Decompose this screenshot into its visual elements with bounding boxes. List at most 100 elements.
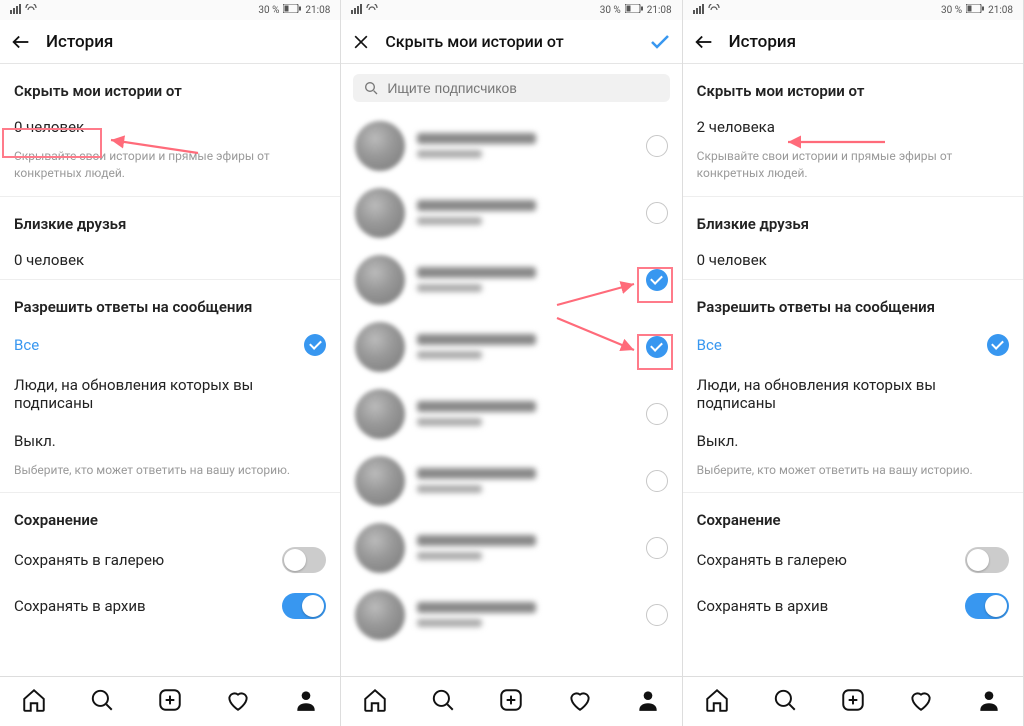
screen-hide-story-picker: 30 % 21:08 Скрыть мои истории от <box>341 0 682 726</box>
follower-row[interactable] <box>341 313 681 380</box>
follower-row[interactable] <box>341 112 681 179</box>
battery-percent: 30 % <box>941 5 962 16</box>
content: Скрыть мои истории от 0 человек Скрывайт… <box>0 64 340 676</box>
follower-row[interactable] <box>341 380 681 447</box>
follower-name <box>417 200 633 225</box>
avatar <box>355 121 405 171</box>
status-bar: 30 % 21:08 <box>0 0 340 20</box>
follower-row[interactable] <box>341 581 681 648</box>
radio-selected-icon[interactable] <box>304 334 326 356</box>
close-friends-count: 0 человек <box>14 251 84 269</box>
reply-option-off[interactable]: Выкл. <box>0 422 340 460</box>
save-gallery-label: Сохранять в галерею <box>697 551 847 569</box>
reply-option-all-label: Все <box>14 336 39 354</box>
save-gallery-row[interactable]: Сохранять в галерею <box>683 537 1023 583</box>
close-friends-count-row[interactable]: 0 человек <box>0 241 340 279</box>
nav-search-icon[interactable] <box>89 687 115 717</box>
save-gallery-row[interactable]: Сохранять в галерею <box>0 537 340 583</box>
screen-story-settings-before: 30 % 21:08 История Скрыть мои истории от… <box>0 0 341 726</box>
back-arrow-icon[interactable] <box>10 31 32 53</box>
save-gallery-toggle[interactable] <box>282 547 326 573</box>
nav-add-icon[interactable] <box>498 687 524 717</box>
follower-row[interactable] <box>341 514 681 581</box>
select-radio[interactable] <box>646 403 668 425</box>
nav-home-icon[interactable] <box>21 687 47 717</box>
follower-row[interactable] <box>341 179 681 246</box>
save-archive-toggle[interactable] <box>965 593 1009 619</box>
hide-story-caption: Скрывайте свои истории и прямые эфиры от… <box>683 146 1023 197</box>
back-arrow-icon[interactable] <box>693 31 715 53</box>
avatar <box>355 590 405 640</box>
follower-name <box>417 401 633 426</box>
nav-profile-icon[interactable] <box>976 687 1002 717</box>
search-input[interactable] <box>387 80 659 96</box>
nav-home-icon[interactable] <box>362 687 388 717</box>
save-archive-label: Сохранять в архив <box>697 597 829 615</box>
hide-story-caption: Скрывайте свои истории и прямые эфиры от… <box>0 146 340 197</box>
select-radio-checked[interactable] <box>646 336 668 358</box>
page-title: История <box>46 32 113 52</box>
avatar <box>355 188 405 238</box>
reply-option-following-label: Люди, на обновления которых вы подписаны <box>697 376 957 412</box>
nav-profile-icon[interactable] <box>293 687 319 717</box>
avatar <box>355 255 405 305</box>
hide-story-count: 0 человек <box>14 118 84 136</box>
nav-search-icon[interactable] <box>430 687 456 717</box>
select-radio[interactable] <box>646 202 668 224</box>
select-radio-checked[interactable] <box>646 269 668 291</box>
nav-activity-icon[interactable] <box>908 687 934 717</box>
select-radio[interactable] <box>646 470 668 492</box>
battery-icon <box>625 4 643 16</box>
avatar <box>355 389 405 439</box>
nav-add-icon[interactable] <box>840 687 866 717</box>
nav-add-icon[interactable] <box>157 687 183 717</box>
done-check-icon[interactable] <box>648 30 672 54</box>
search-icon <box>363 80 379 96</box>
reply-option-following[interactable]: Люди, на обновления которых вы подписаны <box>0 366 340 422</box>
save-archive-row[interactable]: Сохранять в архив <box>0 583 340 629</box>
save-archive-row[interactable]: Сохранять в архив <box>683 583 1023 629</box>
follower-row[interactable] <box>341 447 681 514</box>
reply-option-off-label: Выкл. <box>14 432 56 450</box>
content: Скрыть мои истории от 2 человека Скрывай… <box>683 64 1023 676</box>
reply-option-off[interactable]: Выкл. <box>683 422 1023 460</box>
save-heading: Сохранение <box>0 493 340 537</box>
avatar <box>355 456 405 506</box>
search-field[interactable] <box>353 74 669 102</box>
reply-option-all[interactable]: Все <box>683 324 1023 366</box>
battery-percent: 30 % <box>258 5 279 16</box>
nav-home-icon[interactable] <box>704 687 730 717</box>
follower-name <box>417 468 633 493</box>
save-gallery-toggle[interactable] <box>965 547 1009 573</box>
reply-option-all[interactable]: Все <box>0 324 340 366</box>
header: История <box>0 20 340 64</box>
nav-activity-icon[interactable] <box>567 687 593 717</box>
save-archive-toggle[interactable] <box>282 593 326 619</box>
nav-profile-icon[interactable] <box>635 687 661 717</box>
select-radio[interactable] <box>646 537 668 559</box>
follower-name <box>417 602 633 627</box>
radio-selected-icon[interactable] <box>987 334 1009 356</box>
hide-story-count-row[interactable]: 0 человек <box>0 108 340 146</box>
nav-activity-icon[interactable] <box>225 687 251 717</box>
clock-text: 21:08 <box>305 5 330 16</box>
hide-story-count-row[interactable]: 2 человека <box>683 108 1023 146</box>
select-radio[interactable] <box>646 604 668 626</box>
close-icon[interactable] <box>351 32 371 52</box>
hide-story-heading: Скрыть мои истории от <box>683 64 1023 108</box>
close-friends-count-row[interactable]: 0 человек <box>683 241 1023 279</box>
reply-option-off-label: Выкл. <box>697 432 739 450</box>
select-radio[interactable] <box>646 135 668 157</box>
avatar <box>355 322 405 372</box>
follower-name <box>417 267 633 292</box>
bottom-nav <box>0 676 340 726</box>
nav-search-icon[interactable] <box>772 687 798 717</box>
reply-option-all-label: Все <box>697 336 722 354</box>
save-archive-label: Сохранять в архив <box>14 597 146 615</box>
screen-story-settings-after: 30 % 21:08 История Скрыть мои истории от… <box>683 0 1024 726</box>
battery-icon <box>966 4 984 16</box>
reply-option-following[interactable]: Люди, на обновления которых вы подписаны <box>683 366 1023 422</box>
signal-icon <box>351 4 379 17</box>
follower-row[interactable] <box>341 246 681 313</box>
signal-icon <box>10 4 38 17</box>
